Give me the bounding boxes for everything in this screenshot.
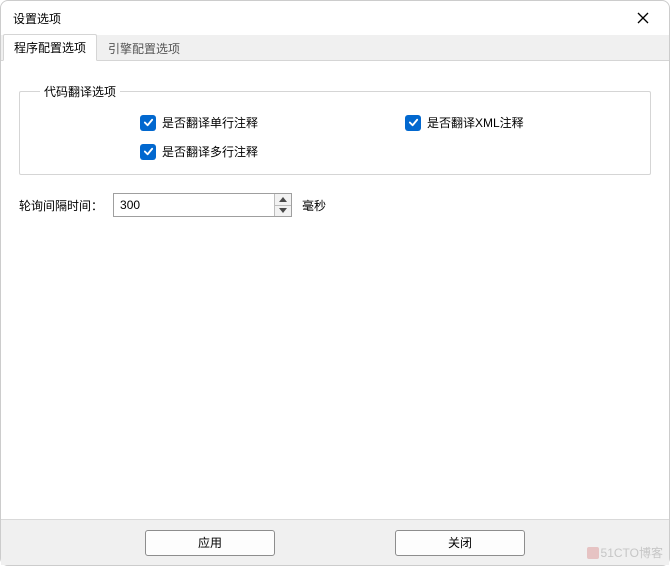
checkbox-label: 是否翻译多行注释 xyxy=(162,143,258,160)
tab-engine-config[interactable]: 引擎配置选项 xyxy=(97,35,191,61)
option-xml-comment[interactable]: 是否翻译XML注释 xyxy=(405,114,630,131)
group-legend: 代码翻译选项 xyxy=(40,83,120,100)
option-single-line-comment[interactable]: 是否翻译单行注释 xyxy=(140,114,365,131)
interval-spinner xyxy=(113,193,292,217)
chevron-up-icon xyxy=(279,197,287,202)
watermark: 51CTO博客 xyxy=(587,544,663,561)
check-icon xyxy=(143,117,154,128)
window-close-button[interactable] xyxy=(627,6,659,30)
tab-bar: 程序配置选项 引擎配置选项 xyxy=(1,35,669,61)
watermark-logo-icon xyxy=(587,547,599,559)
window-titlebar: 设置选项 xyxy=(1,1,669,35)
tab-content: 代码翻译选项 是否翻译单行注释 是否翻译XML注释 是否翻译多行注释 xyxy=(1,61,669,519)
options-grid: 是否翻译单行注释 是否翻译XML注释 是否翻译多行注释 xyxy=(140,114,630,160)
interval-label: 轮询间隔时间： xyxy=(19,197,103,214)
apply-button[interactable]: 应用 xyxy=(145,530,275,556)
interval-unit: 毫秒 xyxy=(302,197,326,214)
check-icon xyxy=(143,146,154,157)
checkbox-label: 是否翻译单行注释 xyxy=(162,114,258,131)
checkbox-label: 是否翻译XML注释 xyxy=(427,114,524,131)
checkbox-multi-line[interactable] xyxy=(140,144,156,160)
close-icon xyxy=(637,12,649,24)
spinner-up-button[interactable] xyxy=(275,194,291,206)
interval-input[interactable] xyxy=(114,194,274,216)
chevron-down-icon xyxy=(279,208,287,213)
polling-interval-row: 轮询间隔时间： 毫秒 xyxy=(19,193,651,217)
option-multi-line-comment[interactable]: 是否翻译多行注释 xyxy=(140,143,365,160)
close-button[interactable]: 关闭 xyxy=(395,530,525,556)
tab-program-config[interactable]: 程序配置选项 xyxy=(3,34,97,61)
checkbox-xml[interactable] xyxy=(405,115,421,131)
code-translate-group: 代码翻译选项 是否翻译单行注释 是否翻译XML注释 是否翻译多行注释 xyxy=(19,83,651,175)
spinner-buttons xyxy=(274,194,291,216)
watermark-text: 51CTO博客 xyxy=(601,544,663,561)
dialog-footer: 应用 关闭 51CTO博客 xyxy=(1,519,669,565)
spinner-down-button[interactable] xyxy=(275,206,291,217)
checkbox-single-line[interactable] xyxy=(140,115,156,131)
check-icon xyxy=(408,117,419,128)
window-title: 设置选项 xyxy=(13,10,627,27)
